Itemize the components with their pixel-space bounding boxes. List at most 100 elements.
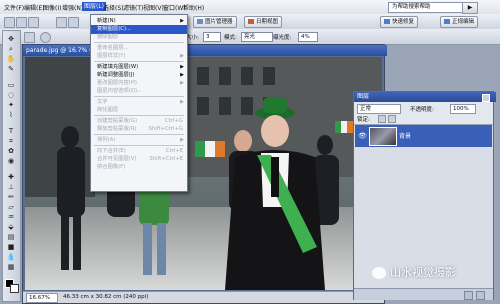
brush-tool-icon[interactable]: ♒	[6, 213, 16, 221]
menu-view[interactable]: 视图(V)	[143, 3, 164, 12]
mode-select[interactable]: 亮光	[241, 32, 273, 42]
selection-brush-tool-icon[interactable]: ⌇	[6, 111, 16, 119]
magic-wand-tool-icon[interactable]: ✦	[6, 101, 16, 109]
menu-separator	[94, 145, 184, 146]
marquee-tool-icon[interactable]: ▭	[6, 81, 16, 89]
exposure-label: 曝光度:	[273, 35, 292, 41]
layers-options: 正常 不透明度: 100% 锁定:	[354, 102, 493, 125]
print-icon[interactable]	[56, 17, 67, 28]
menu-select[interactable]: 选择(S)	[103, 3, 124, 12]
new-layer-icon[interactable]	[464, 291, 473, 300]
open-icon[interactable]	[16, 17, 27, 28]
date-view-button[interactable]: 日期视图	[244, 16, 283, 28]
layer-menu-item: 删除图层	[91, 33, 187, 42]
menu-edit[interactable]: 编辑(E)	[24, 3, 44, 12]
shape-tool-icon[interactable]: ■	[6, 243, 16, 251]
submenu-arrow-icon: ▶	[180, 137, 184, 143]
layer-menu-item: 图层样式(Y) ▶	[91, 52, 187, 61]
layer-menu-item: 图层内容选项(O)...	[91, 87, 187, 96]
submenu-arrow-icon: ▶	[180, 53, 184, 59]
cookie-cutter-tool-icon[interactable]: ✿	[6, 147, 16, 155]
parade-photo[interactable]	[25, 57, 382, 290]
menu-item-label: 释放剪贴蒙版(R)	[97, 126, 137, 132]
watermark: 山水视觉摄影	[372, 263, 492, 283]
lock-all-icon[interactable]	[388, 115, 396, 123]
help-search-input[interactable]: 为帮助搜索帮助	[388, 2, 463, 13]
sponge-tool-icon[interactable]: ▦	[6, 263, 16, 271]
menu-separator	[94, 96, 184, 97]
layer-menu-item: 释放剪贴蒙版(R) Shift+Ctrl+G	[91, 125, 187, 134]
menu-item-label: 拼合图像(F)	[97, 164, 126, 170]
opacity-field[interactable]: 100%	[450, 104, 476, 114]
document-window: parade.jpg @ 16.7% (背景, RGB/8) 16.67% 46…	[22, 44, 387, 304]
menu-filter[interactable]: 滤镜(T)	[123, 3, 143, 12]
menu-image[interactable]: 图像(I)	[43, 3, 61, 12]
standard-edit-icon	[444, 19, 450, 24]
exposure-field[interactable]: 4%	[298, 32, 318, 42]
size-field[interactable]: 3	[203, 32, 221, 42]
save-icon[interactable]	[28, 17, 39, 28]
standard-edit-button[interactable]: 正规编辑	[440, 16, 479, 28]
tool-preset-icon[interactable]	[24, 32, 35, 43]
background-color-swatch[interactable]	[10, 284, 19, 293]
layer-menu-dropdown: 新建(N) ▶ 复制图层(C)... 删除图层 重命名图层... 图层样式(Y) ▶ 新建填充…	[90, 14, 188, 192]
organizer-button[interactable]: 图片管理器	[193, 16, 237, 28]
eyedropper-tool-icon[interactable]: ✎	[6, 65, 16, 73]
layer-menu-item: 简化图层	[91, 106, 187, 115]
menu-item-label: 图层内容选项(O)...	[97, 88, 143, 94]
paint-bucket-tool-icon[interactable]: ⬙	[6, 223, 16, 231]
brush-preset-icon[interactable]	[40, 32, 51, 43]
lock-label: 锁定:	[357, 117, 370, 123]
menu-file[interactable]: 文件(F)	[4, 3, 24, 12]
calendar-icon	[248, 19, 254, 24]
menu-separator	[94, 115, 184, 116]
menu-item-label: 排列(A)	[97, 137, 116, 143]
menu-help[interactable]: 帮助(H)	[183, 3, 204, 12]
menu-bar: 文件(F) 编辑(E) 图像(I) 增强(N) 图层(L) 选择(S) 滤镜(T…	[0, 0, 500, 15]
gradient-tool-icon[interactable]: ▤	[6, 233, 16, 241]
menu-enhance[interactable]: 增强(N)	[62, 3, 83, 12]
quick-fix-label: 快速修复	[392, 19, 415, 25]
type-tool-icon[interactable]: T	[6, 127, 16, 135]
layer-thumbnail	[369, 127, 397, 146]
healing-brush-tool-icon[interactable]: ✚	[6, 173, 16, 181]
layer-menu-item: 排列(A) ▶	[91, 136, 187, 145]
eraser-tool-icon[interactable]: ▱	[6, 203, 16, 211]
red-eye-tool-icon[interactable]: ◉	[6, 157, 16, 165]
new-file-icon[interactable]	[4, 17, 15, 28]
layers-panel-title: 图层	[354, 92, 496, 102]
menu-separator	[94, 134, 184, 135]
standard-edit-label: 正规编辑	[452, 19, 475, 25]
zoom-tool-icon[interactable]: ⌕	[6, 45, 16, 53]
watermark-text: 山水视觉摄影	[390, 266, 456, 279]
blend-mode-select[interactable]: 正常	[357, 104, 401, 114]
opacity-label: 不透明度:	[410, 107, 434, 113]
lasso-tool-icon[interactable]: ◌	[6, 91, 16, 99]
pencil-tool-icon[interactable]: ✏	[6, 193, 16, 201]
clone-stamp-tool-icon[interactable]: ⊥	[6, 183, 16, 191]
menu-item-label: 简化图层	[97, 107, 119, 113]
layers-panel-footer	[354, 288, 493, 300]
help-search-go-button[interactable]: ▶	[462, 2, 478, 14]
tool-options-bar: 大小: 3 模式: 亮光 曝光度: 4%	[0, 29, 500, 45]
date-view-label: 日期视图	[256, 19, 279, 25]
organizer-label: 图片管理器	[205, 19, 233, 25]
lock-transparency-icon[interactable]	[378, 115, 386, 123]
layer-row-background[interactable]: 👁 背景	[355, 125, 492, 147]
trash-icon[interactable]	[476, 291, 485, 300]
organizer-icon	[197, 19, 203, 24]
document-status-bar: 16.67% 46.33 cm x 30.82 cm (240 ppi)	[23, 291, 384, 303]
move-tool-icon[interactable]: ✥	[6, 35, 16, 43]
layer-name: 背景	[399, 133, 412, 140]
crop-tool-icon[interactable]: ⌗	[6, 137, 16, 145]
quick-fix-button[interactable]: 快速修复	[380, 16, 419, 28]
visibility-eye-icon[interactable]: 👁	[358, 132, 367, 140]
wechat-icon	[372, 267, 386, 279]
layer-menu-item: 拼合图像(F)	[91, 163, 187, 172]
blur-tool-icon[interactable]: 💧	[6, 253, 16, 261]
hand-tool-icon[interactable]: ✋	[6, 55, 16, 63]
menu-item-shortcut: Shift+Ctrl+G	[148, 126, 183, 132]
email-icon[interactable]	[68, 17, 79, 28]
panel-menu-icon[interactable]	[482, 94, 490, 102]
shortcuts-bar: 图片管理器 日期视图 快速修复 正规编辑	[0, 14, 500, 30]
